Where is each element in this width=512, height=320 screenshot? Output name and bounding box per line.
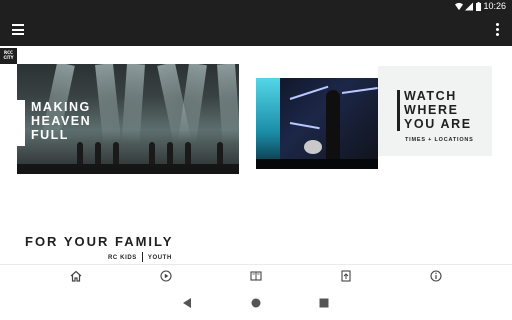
app-toolbar: [0, 14, 512, 46]
status-time: 10:26: [483, 1, 506, 11]
watch-title-line: YOU ARE: [404, 117, 472, 131]
hero-card-making-heaven-full[interactable]: MAKING HEAVEN FULL: [17, 64, 239, 174]
home-circle-icon[interactable]: [251, 298, 261, 308]
family-tabs: RC KIDS YOUTH: [108, 252, 172, 262]
note-upload-icon[interactable]: [339, 269, 353, 283]
church-logo: RCC CITY: [0, 48, 17, 64]
recents-icon[interactable]: [319, 298, 329, 308]
wifi-icon: [455, 2, 463, 11]
info-icon[interactable]: [429, 269, 443, 283]
back-icon[interactable]: [182, 298, 192, 308]
menu-icon[interactable]: [12, 24, 24, 35]
home-icon[interactable]: [69, 269, 83, 283]
hero-card-watch-where-you-are[interactable]: WATCH WHERE YOU ARE TIMES + LOCATIONS: [378, 66, 492, 156]
hero-card-title: MAKING HEAVEN FULL: [17, 100, 105, 146]
tab-youth[interactable]: YOUTH: [148, 255, 172, 261]
status-bar: 10:26: [0, 0, 512, 14]
section-heading-family: FOR YOUR FAMILY: [25, 234, 174, 249]
battery-icon: [476, 2, 481, 11]
book-icon[interactable]: [249, 269, 263, 283]
watch-title-line: WHERE: [404, 103, 459, 117]
tab-rc-kids[interactable]: RC KIDS: [108, 255, 137, 261]
system-navigation-bar: [0, 286, 512, 320]
bottom-navigation: [0, 264, 512, 287]
hero-card-watch-image[interactable]: [256, 78, 378, 169]
signal-icon: [465, 2, 473, 11]
times-locations-link[interactable]: TIMES + LOCATIONS: [405, 137, 474, 143]
play-icon[interactable]: [159, 269, 173, 283]
more-vert-icon[interactable]: [496, 23, 500, 37]
watch-title-line: WATCH: [404, 89, 457, 103]
content-area[interactable]: RCC CITY MAKING HEAVEN FULL WATCH WHERE …: [0, 46, 512, 264]
